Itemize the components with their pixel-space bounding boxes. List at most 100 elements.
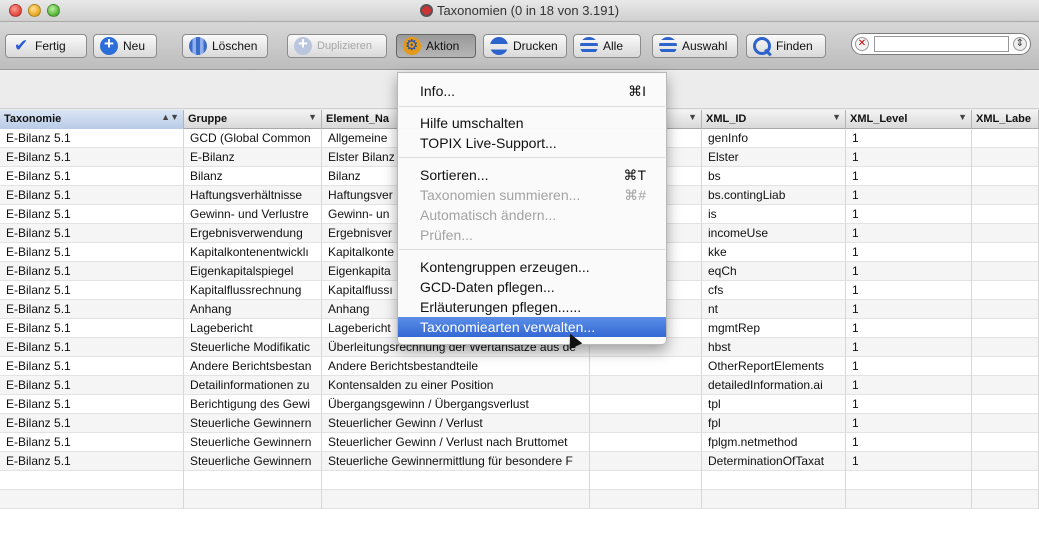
- table-cell[interactable]: E-Bilanz 5.1: [0, 167, 184, 186]
- table-cell[interactable]: GCD (Global Common: [184, 129, 322, 148]
- table-cell[interactable]: [972, 186, 1039, 205]
- menu-item[interactable]: Erläuterungen pflegen......: [398, 297, 666, 317]
- table-cell[interactable]: 1: [846, 205, 972, 224]
- table-cell[interactable]: [972, 262, 1039, 281]
- table-cell[interactable]: 1: [846, 243, 972, 262]
- table-cell[interactable]: [972, 205, 1039, 224]
- table-cell[interactable]: 1: [846, 148, 972, 167]
- table-cell[interactable]: [972, 148, 1039, 167]
- table-cell[interactable]: E-Bilanz 5.1: [0, 433, 184, 452]
- table-cell[interactable]: E-Bilanz 5.1: [0, 262, 184, 281]
- table-cell[interactable]: hbst: [702, 338, 846, 357]
- table-cell[interactable]: Steuerliche Gewinnern: [184, 433, 322, 452]
- table-cell[interactable]: 1: [846, 357, 972, 376]
- table-cell[interactable]: Steuerliche Modifikatic: [184, 338, 322, 357]
- table-cell[interactable]: [590, 490, 702, 509]
- table-cell[interactable]: 1: [846, 129, 972, 148]
- table-cell[interactable]: detailedInformation.ai: [702, 376, 846, 395]
- table-cell[interactable]: [590, 395, 702, 414]
- table-cell[interactable]: Andere Berichtsbestan: [184, 357, 322, 376]
- table-cell[interactable]: Steuerliche Gewinnermittlung für besonde…: [322, 452, 590, 471]
- table-cell[interactable]: genInfo: [702, 129, 846, 148]
- table-cell[interactable]: [590, 414, 702, 433]
- table-cell[interactable]: [972, 433, 1039, 452]
- table-cell[interactable]: [972, 490, 1039, 509]
- table-cell[interactable]: E-Bilanz 5.1: [0, 357, 184, 376]
- table-cell[interactable]: Detailinformationen zu: [184, 376, 322, 395]
- table-cell[interactable]: Berichtigung des Gewi: [184, 395, 322, 414]
- table-cell[interactable]: [590, 357, 702, 376]
- table-cell[interactable]: E-Bilanz 5.1: [0, 414, 184, 433]
- table-row[interactable]: E-Bilanz 5.1 Steuerliche Gewinnern Steuerl…: [0, 414, 1039, 433]
- table-cell[interactable]: [184, 471, 322, 490]
- table-cell[interactable]: 1: [846, 224, 972, 243]
- table-cell[interactable]: [972, 471, 1039, 490]
- table-cell[interactable]: 1: [846, 262, 972, 281]
- table-row[interactable]: E-Bilanz 5.1 Berichtigung des Gewi Übergan…: [0, 395, 1039, 414]
- table-cell[interactable]: Lagebericht: [184, 319, 322, 338]
- table-cell[interactable]: Steuerlicher Gewinn / Verlust: [322, 414, 590, 433]
- table-row[interactable]: [0, 471, 1039, 490]
- table-cell[interactable]: E-Bilanz 5.1: [0, 338, 184, 357]
- table-cell[interactable]: mgmtRep: [702, 319, 846, 338]
- table-cell[interactable]: [972, 224, 1039, 243]
- table-row[interactable]: [0, 490, 1039, 509]
- table-cell[interactable]: [972, 319, 1039, 338]
- table-row[interactable]: E-Bilanz 5.1 Andere Berichtsbestan Andere …: [0, 357, 1039, 376]
- table-cell[interactable]: E-Bilanz 5.1: [0, 186, 184, 205]
- table-cell[interactable]: [184, 490, 322, 509]
- table-cell[interactable]: E-Bilanz 5.1: [0, 281, 184, 300]
- drucken-button[interactable]: Drucken: [483, 34, 567, 58]
- table-cell[interactable]: 1: [846, 376, 972, 395]
- table-cell[interactable]: 1: [846, 319, 972, 338]
- table-cell[interactable]: [972, 414, 1039, 433]
- col-header-xml-id[interactable]: XML_ID ▼: [702, 110, 846, 129]
- menu-item[interactable]: Hilfe umschalten: [398, 113, 666, 133]
- table-cell[interactable]: is: [702, 205, 846, 224]
- neu-button[interactable]: Neu: [93, 34, 157, 58]
- table-cell[interactable]: Ergebnisverwendung: [184, 224, 322, 243]
- table-cell[interactable]: Elster: [702, 148, 846, 167]
- table-cell[interactable]: [972, 243, 1039, 262]
- fertig-button[interactable]: Fertig: [5, 34, 87, 58]
- table-cell[interactable]: [590, 471, 702, 490]
- table-cell[interactable]: Bilanz: [184, 167, 322, 186]
- alle-button[interactable]: Alle: [573, 34, 641, 58]
- table-cell[interactable]: Kontensalden zu einer Position: [322, 376, 590, 395]
- table-cell[interactable]: [702, 471, 846, 490]
- table-cell[interactable]: E-Bilanz 5.1: [0, 452, 184, 471]
- table-cell[interactable]: [972, 167, 1039, 186]
- menu-item[interactable]: GCD-Daten pflegen...: [398, 277, 666, 297]
- table-cell[interactable]: nt: [702, 300, 846, 319]
- table-cell[interactable]: E-Bilanz 5.1: [0, 243, 184, 262]
- table-cell[interactable]: 1: [846, 452, 972, 471]
- table-row[interactable]: E-Bilanz 5.1 Steuerliche Gewinnern Steuerl…: [0, 452, 1039, 471]
- menu-item[interactable]: Kontengruppen erzeugen...: [398, 257, 666, 277]
- table-cell[interactable]: [972, 281, 1039, 300]
- table-cell[interactable]: [590, 452, 702, 471]
- table-cell[interactable]: DeterminationOfTaxat: [702, 452, 846, 471]
- table-row[interactable]: E-Bilanz 5.1 Steuerliche Gewinnern Steuerl…: [0, 433, 1039, 452]
- table-cell[interactable]: 1: [846, 300, 972, 319]
- table-cell[interactable]: incomeUse: [702, 224, 846, 243]
- table-cell[interactable]: [590, 376, 702, 395]
- table-cell[interactable]: [972, 129, 1039, 148]
- menu-item[interactable]: Taxonomiearten verwalten...: [398, 317, 666, 337]
- table-cell[interactable]: 1: [846, 414, 972, 433]
- table-cell[interactable]: Übergangsgewinn / Übergangsverlust: [322, 395, 590, 414]
- table-cell[interactable]: [972, 376, 1039, 395]
- table-cell[interactable]: Eigenkapitalspiegel: [184, 262, 322, 281]
- table-cell[interactable]: Haftungsverhältnisse: [184, 186, 322, 205]
- table-cell[interactable]: kke: [702, 243, 846, 262]
- table-cell[interactable]: Steuerlicher Gewinn / Verlust nach Brutt…: [322, 433, 590, 452]
- finden-button[interactable]: Finden: [746, 34, 826, 58]
- table-cell[interactable]: E-Bilanz 5.1: [0, 224, 184, 243]
- col-header-xml-level[interactable]: XML_Level ▼: [846, 110, 972, 129]
- table-cell[interactable]: 1: [846, 186, 972, 205]
- menu-item[interactable]: Sortieren... ⌘T: [398, 165, 666, 185]
- table-cell[interactable]: 1: [846, 281, 972, 300]
- table-cell[interactable]: [0, 490, 184, 509]
- table-cell[interactable]: Kapitalflussrechnung: [184, 281, 322, 300]
- table-cell[interactable]: E-Bilanz 5.1: [0, 300, 184, 319]
- table-cell[interactable]: Gewinn- und Verlustre: [184, 205, 322, 224]
